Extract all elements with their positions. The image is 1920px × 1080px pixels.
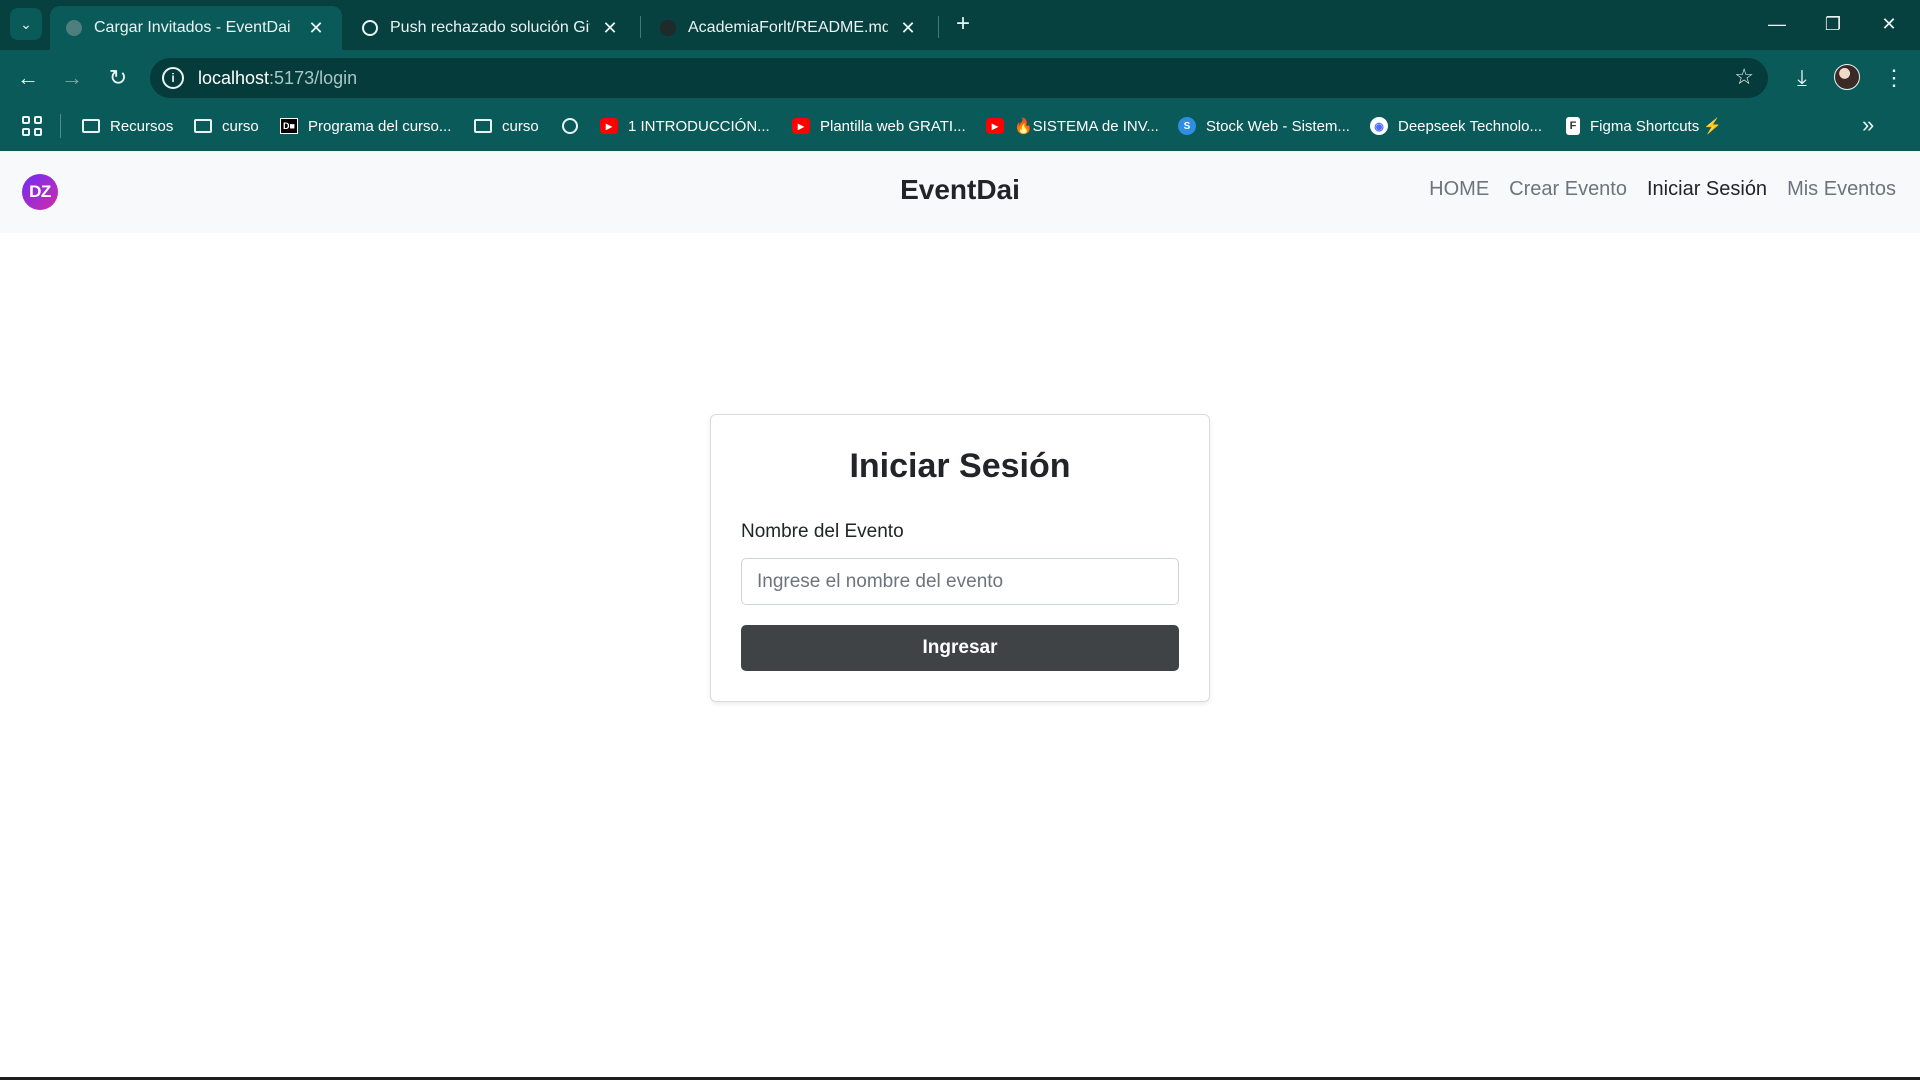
bookmark-plantilla-web[interactable]: ▶ Plantilla web GRATI...: [792, 114, 966, 138]
nav-link-home[interactable]: HOME: [1429, 178, 1489, 201]
stock-web-icon: S: [1178, 117, 1196, 135]
bookmark-introduccion[interactable]: ▶ 1 INTRODUCCIÓN...: [600, 114, 770, 138]
bookmark-curso[interactable]: curso: [194, 114, 259, 138]
bookmark-deepseek[interactable]: ◉ Deepseek Technolo...: [1370, 114, 1542, 138]
ingresar-button[interactable]: Ingresar: [741, 625, 1179, 671]
tab-push-rechazado[interactable]: Push rechazado solución Git ✕: [346, 6, 636, 50]
tab-search-chevron-icon[interactable]: ⌄: [10, 8, 42, 40]
tab-separator: [938, 16, 939, 38]
profile-avatar[interactable]: [1834, 64, 1860, 90]
event-name-label: Nombre del Evento: [741, 521, 904, 542]
tab-title: AcademiaForlt/README.md at r: [688, 19, 888, 36]
youtube-icon: ▶: [600, 118, 618, 134]
app-logo[interactable]: DZ: [22, 174, 58, 210]
bookmark-globe[interactable]: [562, 114, 588, 138]
minimize-icon[interactable]: —: [1754, 8, 1800, 40]
folder-icon: [194, 119, 212, 133]
download-icon[interactable]: ⤓: [1786, 62, 1818, 94]
browser-toolbar: ← → ↻ i localhost:5173/login ☆ ⤓ ⋮: [0, 50, 1920, 106]
close-icon[interactable]: ✕: [600, 18, 620, 39]
chatgpt-icon: [362, 20, 378, 36]
bookmark-recursos[interactable]: Recursos: [82, 114, 173, 138]
bookmarks-divider: [60, 114, 61, 138]
login-card: Iniciar Sesión Nombre del Evento Ingresa…: [710, 414, 1210, 702]
menu-kebab-icon[interactable]: ⋮: [1878, 62, 1910, 94]
address-url: localhost:5173/login: [198, 67, 358, 88]
dark-icon: D■: [280, 118, 298, 134]
restore-icon[interactable]: ❐: [1810, 8, 1856, 40]
youtube-icon: ▶: [792, 118, 810, 134]
apps-grid-icon[interactable]: [22, 116, 42, 136]
bookmark-sistema-inv[interactable]: ▶ 🔥SISTEMA de INV...: [986, 114, 1159, 138]
nav-link-crear-evento[interactable]: Crear Evento: [1509, 178, 1627, 201]
bookmark-stock-web[interactable]: S Stock Web - Sistem...: [1178, 114, 1350, 138]
app-nav-links: HOME Crear Evento Iniciar Sesión Mis Eve…: [1429, 178, 1896, 201]
close-icon[interactable]: ✕: [306, 18, 326, 39]
back-arrow-icon[interactable]: ←: [12, 62, 44, 94]
bookmark-star-icon[interactable]: ☆: [1734, 64, 1754, 90]
nav-link-iniciar-sesion[interactable]: Iniciar Sesión: [1647, 178, 1767, 201]
address-bar[interactable]: i localhost:5173/login ☆: [150, 58, 1768, 98]
site-info-icon[interactable]: i: [162, 67, 184, 89]
globe-icon: [66, 20, 82, 36]
bookmark-programa-del-curso[interactable]: D■ Programa del curso...: [280, 114, 451, 138]
youtube-icon: ▶: [986, 118, 1004, 134]
close-icon[interactable]: ✕: [898, 18, 918, 39]
window-close-icon[interactable]: ✕: [1866, 8, 1912, 40]
bookmark-curso-2[interactable]: curso: [474, 114, 539, 138]
tab-title: Push rechazado solución Git: [390, 19, 590, 36]
event-name-input[interactable]: [741, 558, 1179, 605]
nav-link-mis-eventos[interactable]: Mis Eventos: [1787, 178, 1896, 201]
globe-icon: [562, 118, 578, 134]
folder-icon: [82, 119, 100, 133]
github-icon: [660, 20, 676, 36]
more-bookmarks-chevron-icon[interactable]: »: [1862, 112, 1874, 138]
figma-icon: F: [1566, 117, 1580, 135]
bookmark-figma-shortcuts[interactable]: F Figma Shortcuts ⚡: [1566, 114, 1722, 138]
tab-separator: [640, 16, 641, 38]
folder-icon: [474, 119, 492, 133]
tab-academiaforlt-readme[interactable]: AcademiaForlt/README.md at r ✕: [644, 6, 934, 50]
tab-title: Cargar Invitados - EventDai: [94, 19, 291, 36]
deepseek-icon: ◉: [1370, 117, 1388, 135]
app-brand[interactable]: EventDai: [860, 174, 1060, 206]
forward-arrow-icon[interactable]: →: [56, 62, 88, 94]
tab-cargar-invitados[interactable]: Cargar Invitados - EventDai ✕: [50, 6, 342, 50]
login-title: Iniciar Sesión: [849, 447, 1071, 485]
new-tab-plus-icon[interactable]: +: [950, 12, 976, 38]
reload-icon[interactable]: ↻: [102, 62, 134, 94]
